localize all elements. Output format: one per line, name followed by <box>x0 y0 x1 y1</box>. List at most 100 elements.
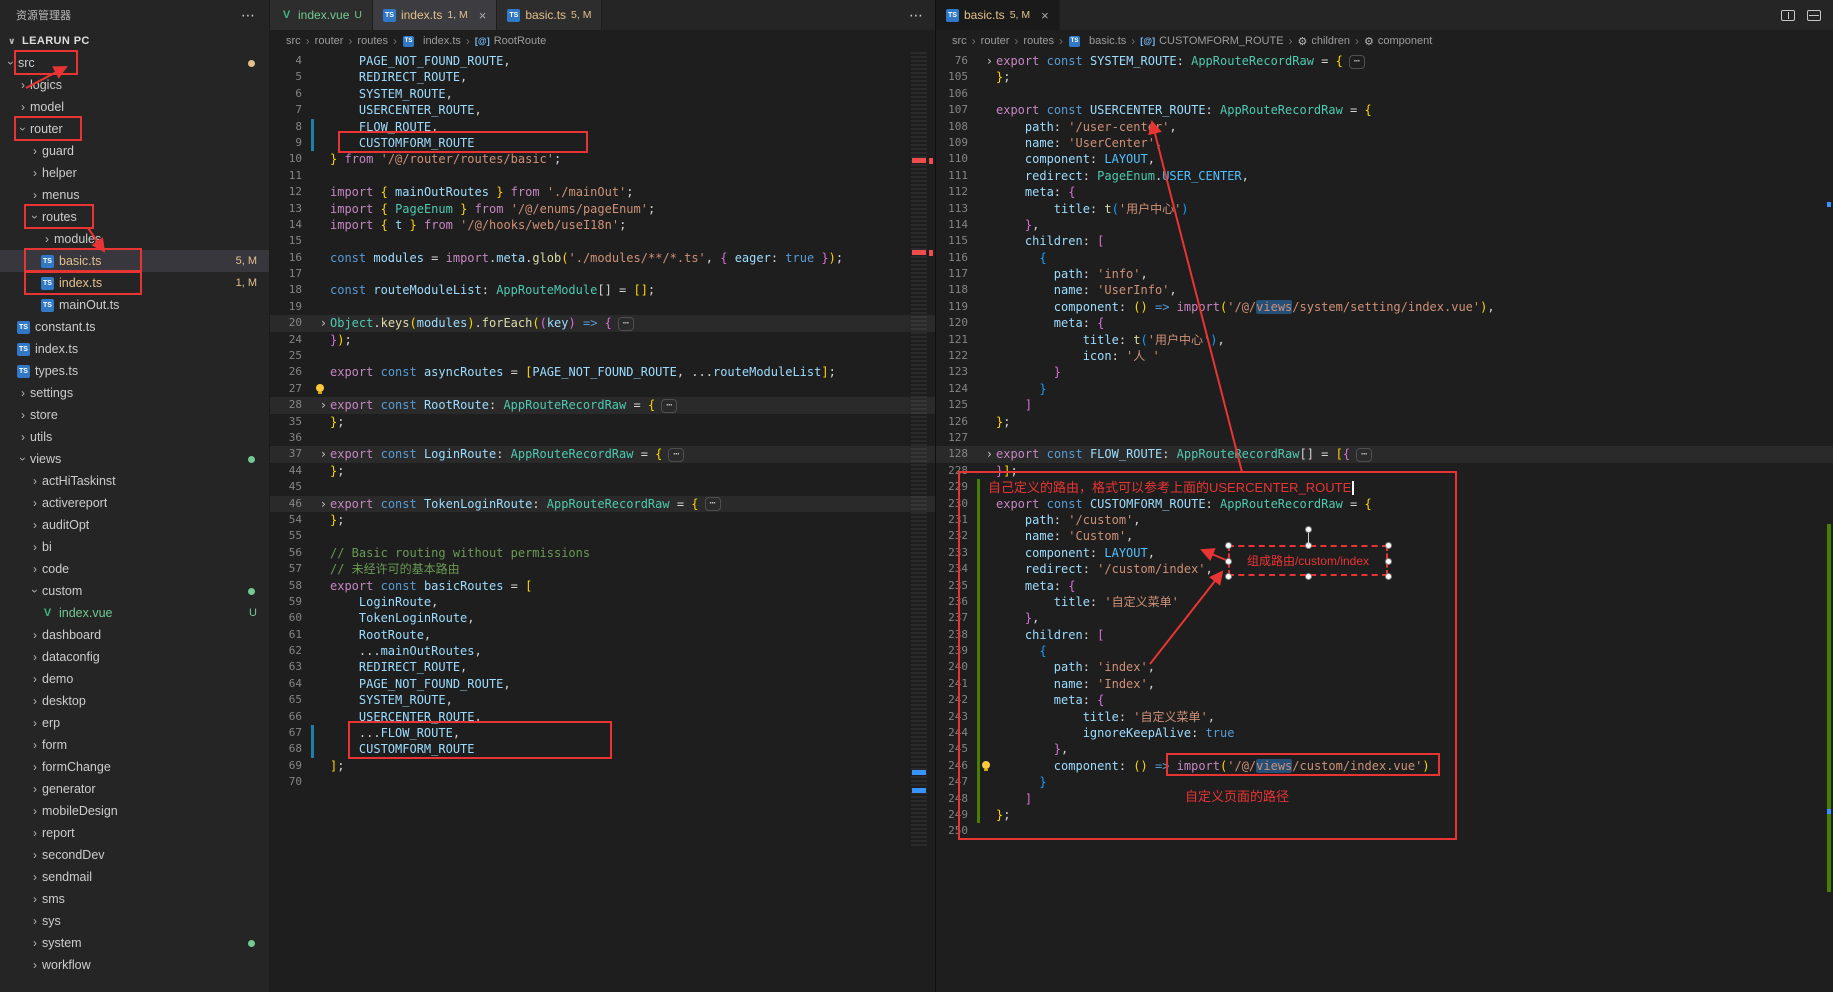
code-line[interactable]: 68 CUSTOMFORM_ROUTE <box>270 741 935 757</box>
code-line[interactable]: 62 ...mainOutRoutes, <box>270 643 935 659</box>
sidebar-item-system[interactable]: ›system <box>0 932 269 954</box>
code-line[interactable]: 110 component: LAYOUT, <box>936 151 1833 167</box>
code-line[interactable]: 63 REDIRECT_ROUTE, <box>270 659 935 675</box>
code-line[interactable]: 24}); <box>270 332 935 348</box>
line-number[interactable]: 55 <box>270 528 302 544</box>
line-number[interactable]: 242 <box>936 692 968 708</box>
line-number[interactable]: 65 <box>270 692 302 708</box>
line-number[interactable]: 15 <box>270 233 302 249</box>
line-number[interactable]: 232 <box>936 528 968 544</box>
code-line[interactable]: 236 title: '自定义菜单' <box>936 594 1833 610</box>
code-line[interactable]: 76›export const SYSTEM_ROUTE: AppRouteRe… <box>936 53 1833 69</box>
sidebar-item-utils[interactable]: ›utils <box>0 426 269 448</box>
line-number[interactable]: 248 <box>936 791 968 807</box>
line-number[interactable]: 109 <box>936 135 968 151</box>
fold-chevron-icon[interactable]: › <box>986 53 993 69</box>
line-number[interactable]: 12 <box>270 184 302 200</box>
code-line[interactable]: 8 FLOW_ROUTE, <box>270 119 935 135</box>
line-number[interactable]: 240 <box>936 659 968 675</box>
sidebar-item-settings[interactable]: ›settings <box>0 382 269 404</box>
tab-index.vue[interactable]: Vindex.vueU <box>270 0 373 30</box>
code-line[interactable]: 46›export const TokenLoginRoute: AppRout… <box>270 496 935 512</box>
breadcrumb-item-RootRoute[interactable]: [@]RootRoute <box>475 35 546 47</box>
breadcrumb-item-index.ts[interactable]: TSindex.ts <box>402 35 461 47</box>
fold-chevron-icon[interactable]: › <box>320 315 327 331</box>
line-number[interactable]: 238 <box>936 627 968 643</box>
code-line[interactable]: 45 <box>270 479 935 495</box>
sidebar-item-constant.ts[interactable]: TSconstant.ts <box>0 316 269 338</box>
code-line[interactable]: 7 USERCENTER_ROUTE, <box>270 102 935 118</box>
lightbulb-icon[interactable] <box>982 761 990 769</box>
sidebar-item-mobileDesign[interactable]: ›mobileDesign <box>0 800 269 822</box>
line-number[interactable]: 45 <box>270 479 302 495</box>
code-line[interactable]: 69]; <box>270 758 935 774</box>
code-line[interactable]: 106 <box>936 86 1833 102</box>
code-line[interactable]: 239 { <box>936 643 1833 659</box>
fold-chevron-icon[interactable]: › <box>320 446 327 462</box>
sidebar-item-views[interactable]: ›views <box>0 448 269 470</box>
line-number[interactable]: 58 <box>270 578 302 594</box>
line-number[interactable]: 60 <box>270 610 302 626</box>
line-number[interactable]: 111 <box>936 168 968 184</box>
line-number[interactable]: 245 <box>936 741 968 757</box>
line-number[interactable]: 70 <box>270 774 302 790</box>
code-line[interactable]: 25 <box>270 348 935 364</box>
sidebar-item-actHiTaskinst[interactable]: ›actHiTaskinst <box>0 470 269 492</box>
code-line[interactable]: 109 name: 'UserCenter', <box>936 135 1833 151</box>
code-line[interactable]: 245 }, <box>936 741 1833 757</box>
sidebar-item-logics[interactable]: ›logics <box>0 74 269 96</box>
code-line[interactable]: 128›export const FLOW_ROUTE: AppRouteRec… <box>936 446 1833 462</box>
code-line[interactable]: 55 <box>270 528 935 544</box>
line-number[interactable]: 231 <box>936 512 968 528</box>
sidebar-item-types.ts[interactable]: TStypes.ts <box>0 360 269 382</box>
line-number[interactable]: 229 <box>936 479 968 495</box>
line-number[interactable]: 239 <box>936 643 968 659</box>
code-line[interactable]: 35}; <box>270 414 935 430</box>
line-number[interactable]: 4 <box>270 53 302 69</box>
code-line[interactable]: 234 redirect: '/custom/index', <box>936 561 1833 577</box>
sidebar-item-menus[interactable]: ›menus <box>0 184 269 206</box>
sidebar-item-src[interactable]: ›src <box>0 52 269 74</box>
code-line[interactable]: 112 meta: { <box>936 184 1833 200</box>
code-line[interactable]: 61 RootRoute, <box>270 627 935 643</box>
line-number[interactable]: 14 <box>270 217 302 233</box>
sidebar-item-form[interactable]: ›form <box>0 734 269 756</box>
code-line[interactable]: 240 path: 'index', <box>936 659 1833 675</box>
folded-code-ellipsis[interactable]: ⋯ <box>668 448 684 462</box>
line-number[interactable]: 56 <box>270 545 302 561</box>
breadcrumb-item-component[interactable]: ⚙component <box>1364 35 1432 48</box>
sidebar-item-sms[interactable]: ›sms <box>0 888 269 910</box>
close-icon[interactable]: × <box>479 9 487 22</box>
code-line[interactable]: 10} from '/@/router/routes/basic'; <box>270 151 935 167</box>
code-line[interactable]: 20›Object.keys(modules).forEach((key) =>… <box>270 315 935 331</box>
code-line[interactable]: 230export const CUSTOMFORM_ROUTE: AppRou… <box>936 496 1833 512</box>
line-number[interactable]: 19 <box>270 299 302 315</box>
tab-index.ts[interactable]: TSindex.ts1, M× <box>373 0 497 30</box>
line-number[interactable]: 107 <box>936 102 968 118</box>
line-number[interactable]: 64 <box>270 676 302 692</box>
line-number[interactable]: 243 <box>936 709 968 725</box>
line-number[interactable]: 117 <box>936 266 968 282</box>
sidebar-item-formChange[interactable]: ›formChange <box>0 756 269 778</box>
code-line[interactable]: 123 } <box>936 364 1833 380</box>
fold-chevron-icon[interactable]: › <box>320 397 327 413</box>
breadcrumb-item-router[interactable]: router <box>981 35 1010 47</box>
line-number[interactable]: 76 <box>936 53 968 69</box>
code-line[interactable]: 37›export const LoginRoute: AppRouteReco… <box>270 446 935 462</box>
code-line[interactable]: 250 <box>936 823 1833 839</box>
code-line[interactable]: 121 title: t('用户中心'), <box>936 332 1833 348</box>
line-number[interactable]: 17 <box>270 266 302 282</box>
line-number[interactable]: 11 <box>270 168 302 184</box>
code-line[interactable]: 118 name: 'UserInfo', <box>936 282 1833 298</box>
code-line[interactable]: 36 <box>270 430 935 446</box>
line-number[interactable]: 228 <box>936 463 968 479</box>
sidebar-item-routes[interactable]: ›routes <box>0 206 269 228</box>
code-line[interactable]: 12import { mainOutRoutes } from './mainO… <box>270 184 935 200</box>
line-number[interactable]: 234 <box>936 561 968 577</box>
line-number[interactable]: 35 <box>270 414 302 430</box>
line-number[interactable]: 230 <box>936 496 968 512</box>
sidebar-item-secondDev[interactable]: ›secondDev <box>0 844 269 866</box>
line-number[interactable]: 236 <box>936 594 968 610</box>
line-number[interactable]: 8 <box>270 119 302 135</box>
sidebar-item-index.ts[interactable]: TSindex.ts <box>0 338 269 360</box>
